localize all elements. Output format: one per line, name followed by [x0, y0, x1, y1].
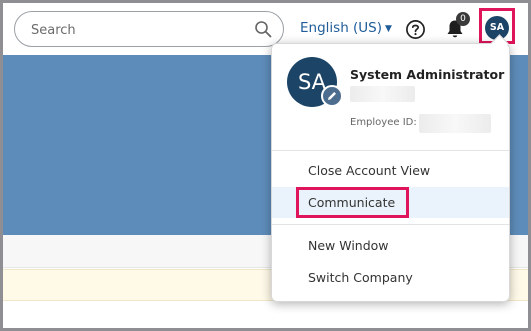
menu-item-new-window[interactable]: New Window: [272, 230, 509, 261]
search-input[interactable]: [29, 12, 248, 48]
search-icon[interactable]: [254, 20, 272, 38]
account-dropdown: SA System Administrator Employee ID: Clo…: [271, 34, 510, 302]
language-label: English (US): [300, 20, 383, 36]
menu-item-close-account-view[interactable]: Close Account View: [272, 155, 509, 186]
redacted-employee-id: [419, 114, 491, 133]
menu-item-communicate[interactable]: Communicate: [272, 187, 509, 218]
menu-divider: [272, 224, 509, 225]
pencil-icon: [328, 92, 336, 100]
caret-down-icon: ▼: [385, 24, 392, 34]
search-box[interactable]: [14, 11, 284, 48]
edit-profile-button[interactable]: [321, 85, 343, 107]
menu-divider: [272, 150, 509, 151]
app-window: English (US)▼ 0 SA SA System Administrat…: [0, 0, 531, 331]
menu-item-switch-company[interactable]: Switch Company: [272, 262, 509, 293]
employee-id-label: Employee ID:: [350, 117, 417, 128]
redacted-email: [350, 86, 415, 102]
user-name: System Administrator: [350, 67, 505, 82]
notification-count-badge: 0: [456, 12, 470, 26]
language-selector[interactable]: English (US) ▼: [300, 20, 392, 36]
help-icon[interactable]: [405, 19, 426, 40]
